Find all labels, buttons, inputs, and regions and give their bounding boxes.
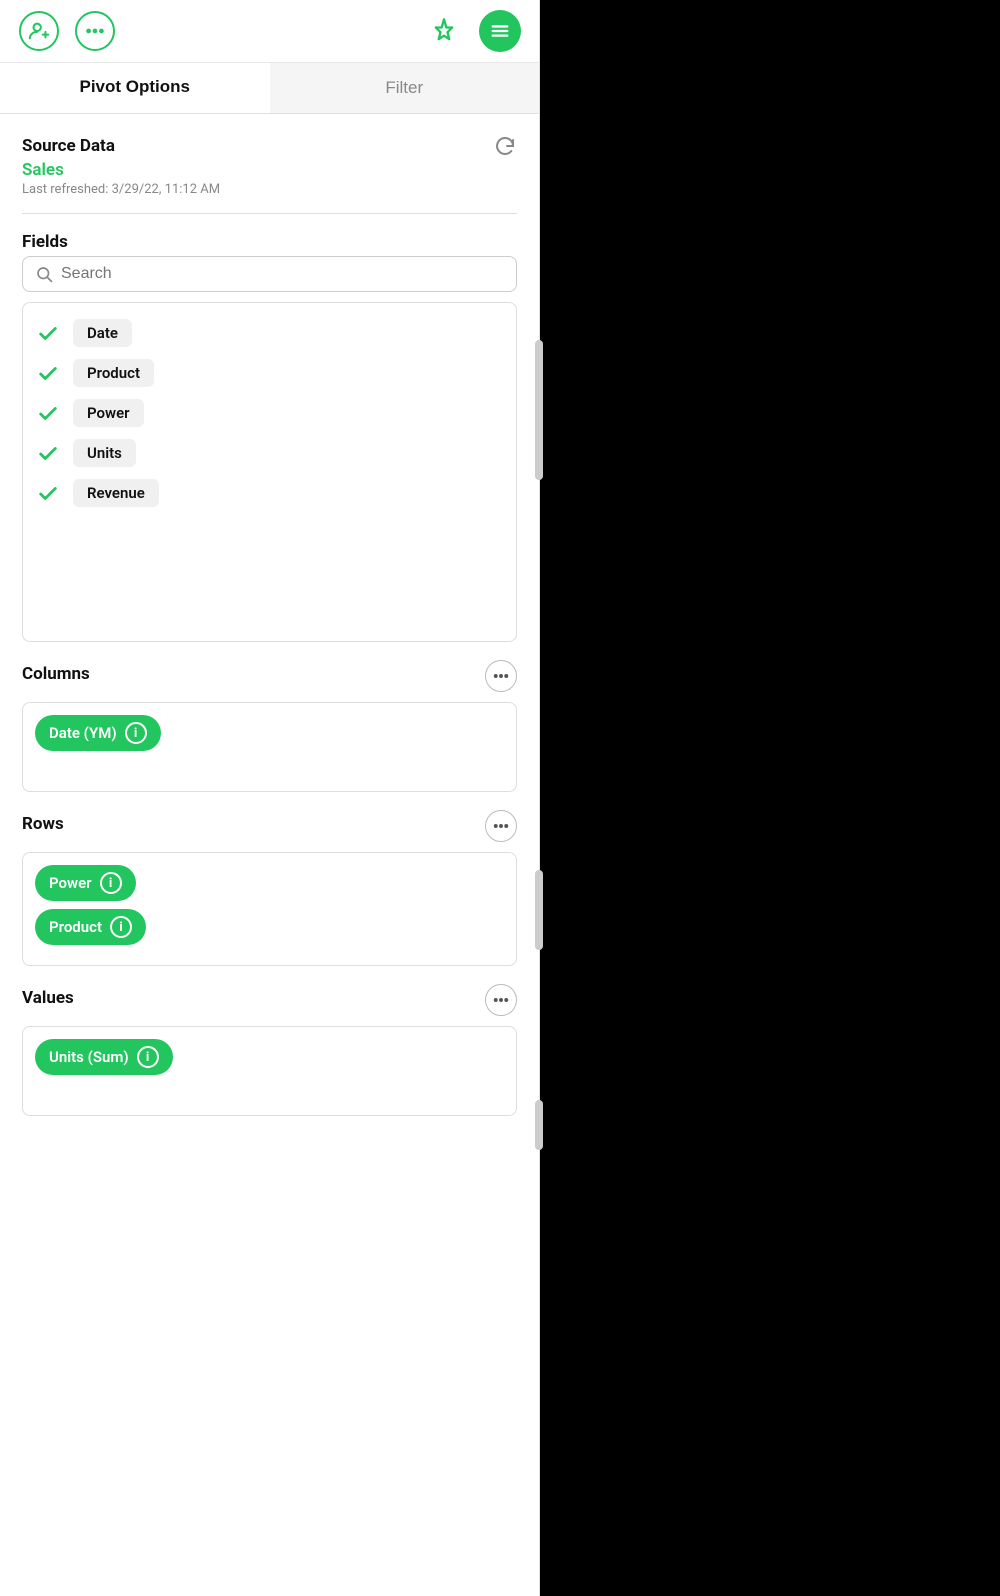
menu-icon <box>479 10 521 52</box>
pin-button[interactable] <box>423 10 465 52</box>
fields-list: Date Product <box>22 302 517 642</box>
menu-button[interactable] <box>479 10 521 52</box>
field-item-product[interactable]: Product <box>35 353 504 393</box>
check-icon-power <box>35 400 61 426</box>
source-data-section: Source Data Sales Last refreshed: 3/29/2… <box>22 136 517 197</box>
resize-handle-3[interactable] <box>535 1100 543 1150</box>
check-icon-revenue <box>35 480 61 506</box>
field-item-power[interactable]: Power <box>35 393 504 433</box>
top-bar <box>0 0 539 63</box>
row-power-info-icon[interactable]: i <box>100 872 122 894</box>
fields-section: Fields Date <box>22 232 517 642</box>
field-item-units[interactable]: Units <box>35 433 504 473</box>
rows-header: Rows <box>22 810 517 842</box>
columns-header: Columns <box>22 660 517 692</box>
pivot-panel: Pivot Options Filter Source Data Sales L… <box>0 0 540 1596</box>
rows-section: Rows Power i Product i <box>22 810 517 966</box>
add-user-icon <box>19 11 59 51</box>
values-section: Values Units (Sum) i <box>22 984 517 1116</box>
row-tag-product[interactable]: Product i <box>35 909 146 945</box>
field-tag-power: Power <box>73 399 144 427</box>
value-tag-units-sum[interactable]: Units (Sum) i <box>35 1039 173 1075</box>
row-tag-power[interactable]: Power i <box>35 865 136 901</box>
columns-drop-zone[interactable]: Date (YM) i <box>22 702 517 792</box>
search-input[interactable] <box>61 265 504 283</box>
check-icon-date <box>35 320 61 346</box>
fields-label: Fields <box>22 232 517 252</box>
value-units-info-icon[interactable]: i <box>137 1046 159 1068</box>
rows-drop-zone[interactable]: Power i Product i <box>22 852 517 966</box>
source-data-label: Source Data <box>22 136 517 156</box>
rows-label: Rows <box>22 814 64 834</box>
refresh-button[interactable] <box>493 134 517 161</box>
values-drop-zone[interactable]: Units (Sum) i <box>22 1026 517 1116</box>
values-label: Values <box>22 988 74 1008</box>
tab-bar: Pivot Options Filter <box>0 63 539 114</box>
columns-more-button[interactable] <box>485 660 517 692</box>
row-tag-power-label: Power <box>49 874 92 892</box>
resize-handle-1[interactable] <box>535 340 543 480</box>
columns-section: Columns Date (YM) i <box>22 660 517 792</box>
resize-handle-2[interactable] <box>535 870 543 950</box>
more-options-icon <box>75 11 115 51</box>
top-bar-left <box>18 10 116 52</box>
field-tag-product: Product <box>73 359 154 387</box>
values-header: Values <box>22 984 517 1016</box>
column-tag-date-ym-label: Date (YM) <box>49 724 117 742</box>
check-icon-units <box>35 440 61 466</box>
value-tag-units-sum-label: Units (Sum) <box>49 1048 129 1066</box>
field-item-date[interactable]: Date <box>35 313 504 353</box>
source-data-name: Sales <box>22 160 517 180</box>
field-tag-units: Units <box>73 439 136 467</box>
tab-pivot-options[interactable]: Pivot Options <box>0 63 270 113</box>
search-icon <box>35 265 53 283</box>
add-user-button[interactable] <box>18 10 60 52</box>
more-options-button[interactable] <box>74 10 116 52</box>
tab-filter[interactable]: Filter <box>270 63 540 113</box>
field-tag-date: Date <box>73 319 132 347</box>
row-tag-product-label: Product <box>49 918 102 936</box>
divider-1 <box>22 213 517 214</box>
field-item-revenue[interactable]: Revenue <box>35 473 504 513</box>
column-info-icon[interactable]: i <box>125 722 147 744</box>
column-tag-date-ym[interactable]: Date (YM) i <box>35 715 161 751</box>
values-more-button[interactable] <box>485 984 517 1016</box>
panel-content: Source Data Sales Last refreshed: 3/29/2… <box>0 114 539 1596</box>
top-bar-right <box>423 10 521 52</box>
check-icon-product <box>35 360 61 386</box>
rows-more-button[interactable] <box>485 810 517 842</box>
search-box[interactable] <box>22 256 517 292</box>
row-product-info-icon[interactable]: i <box>110 916 132 938</box>
columns-label: Columns <box>22 664 90 684</box>
field-tag-revenue: Revenue <box>73 479 159 507</box>
last-refreshed-text: Last refreshed: 3/29/22, 11:12 AM <box>22 182 517 197</box>
